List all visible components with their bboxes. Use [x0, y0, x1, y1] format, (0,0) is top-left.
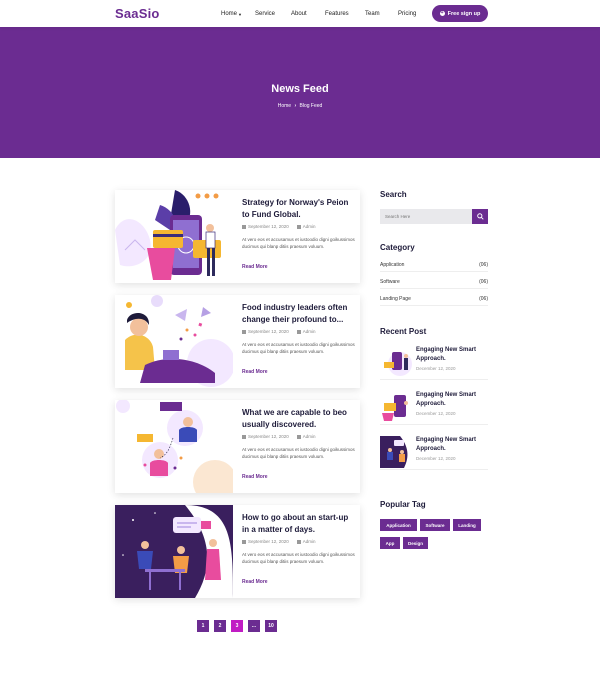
category-name: Application — [380, 262, 405, 268]
blog-post-card: What we are capable to beo usually disco… — [115, 400, 360, 493]
popular-tag-heading: Popular Tag — [380, 500, 426, 509]
post-meta: September 12, 2020 Admin — [242, 224, 316, 229]
chevron-down-icon: ▼ — [238, 11, 242, 17]
post-thumbnail[interactable] — [115, 190, 233, 283]
post-thumbnail[interactable] — [115, 295, 233, 388]
recent-post-title: Engaging New Smart Approach. — [416, 437, 477, 452]
blog-post-card: Food industry leaders often change their… — [115, 295, 360, 388]
recent-post-item[interactable]: Engaging New Smart Approach. December 12… — [380, 436, 488, 470]
tag-software[interactable]: Software — [420, 519, 450, 531]
recent-post-item[interactable]: Engaging New Smart Approach. December 12… — [380, 391, 488, 425]
calendar-icon — [242, 539, 246, 544]
logo[interactable]: SaaSio — [115, 6, 160, 21]
recent-post-date: December 12, 2020 — [416, 366, 456, 371]
category-item[interactable]: Application (06) — [380, 262, 488, 272]
post-excerpt: At vero eos et accusamus et iustoodio di… — [242, 447, 355, 459]
pagination: 1 2 3 ... 10 — [197, 620, 282, 632]
breadcrumb-current: Blog Feed — [299, 103, 323, 109]
calendar-icon — [242, 329, 246, 334]
recent-post-heading: Recent Post — [380, 327, 427, 336]
plus-icon: + — [439, 10, 445, 16]
recent-post-title: Engaging New Smart Approach. — [416, 347, 477, 362]
nav-features[interactable]: Features — [325, 11, 349, 17]
chevron-right-icon: › — [294, 103, 297, 109]
page-button-2[interactable]: 2 — [214, 620, 226, 632]
category-item[interactable]: Landing Page (06) — [380, 296, 488, 306]
user-icon — [296, 434, 301, 439]
recent-post-thumbnail — [380, 436, 412, 468]
post-date: September 12, 2020 — [248, 329, 289, 334]
nav-home[interactable]: Home ▼ — [221, 11, 242, 17]
post-excerpt: At vero eos et accusamus et iustoodio di… — [242, 237, 355, 249]
nav-team[interactable]: Team — [365, 11, 380, 17]
tag-application[interactable]: Application — [380, 519, 417, 531]
recent-post-thumbnail — [380, 346, 412, 378]
recent-post-item[interactable]: Engaging New Smart Approach. December 12… — [380, 346, 488, 380]
post-title[interactable]: Food industry leaders often change their… — [242, 302, 355, 326]
recent-post-title: Engaging New Smart Approach. — [416, 392, 477, 407]
tag-design[interactable]: Design — [403, 537, 428, 549]
recent-post-thumbnail — [380, 391, 412, 423]
post-title[interactable]: What we are capable to beo usually disco… — [242, 407, 355, 431]
post-thumbnail[interactable] — [115, 400, 233, 493]
post-author[interactable]: Admin — [303, 434, 316, 439]
category-count: (06) — [479, 279, 488, 285]
breadcrumb: Home › Blog Feed — [0, 103, 600, 109]
post-thumbnail[interactable] — [115, 505, 233, 598]
category-name: Landing Page — [380, 296, 411, 302]
post-date: September 12, 2020 — [248, 539, 289, 544]
breadcrumb-home[interactable]: Home — [278, 103, 291, 109]
tag-landing[interactable]: Landing — [453, 519, 481, 531]
post-author[interactable]: Admin — [303, 539, 316, 544]
category-count: (06) — [479, 262, 488, 268]
read-more-link[interactable]: Read More — [242, 369, 268, 375]
page-button-3[interactable]: 3 — [231, 620, 243, 632]
post-meta: September 12, 2020 Admin — [242, 539, 316, 544]
recent-post-date: December 12, 2020 — [416, 456, 456, 461]
post-title[interactable]: Strategy for Norway's Peion to Fund Glob… — [242, 197, 355, 221]
recent-post-date: December 12, 2020 — [416, 411, 456, 416]
page-button-1[interactable]: 1 — [197, 620, 209, 632]
post-author[interactable]: Admin — [303, 224, 316, 229]
page-button-10[interactable]: 10 — [265, 620, 277, 632]
post-author[interactable]: Admin — [303, 329, 316, 334]
read-more-link[interactable]: Read More — [242, 579, 268, 585]
post-excerpt: At vero eos et accusamus et iustoodio di… — [242, 342, 355, 354]
calendar-icon — [242, 434, 246, 439]
post-date: September 12, 2020 — [248, 224, 289, 229]
post-meta: September 12, 2020 Admin — [242, 434, 316, 439]
page-title: News Feed — [271, 83, 329, 95]
nav-about[interactable]: About — [291, 11, 307, 17]
page-banner: News Feed Home › Blog Feed — [0, 27, 600, 158]
category-heading: Category — [380, 243, 415, 252]
page-button-ellipsis[interactable]: ... — [248, 620, 260, 632]
search-input[interactable] — [380, 209, 472, 224]
post-date: September 12, 2020 — [248, 434, 289, 439]
post-meta: September 12, 2020 Admin — [242, 329, 316, 334]
read-more-link[interactable]: Read More — [242, 264, 268, 270]
nav-service[interactable]: Service — [255, 11, 275, 17]
user-icon — [296, 539, 301, 544]
post-title[interactable]: How to go about an start-up in a matter … — [242, 512, 355, 536]
category-name: Software — [380, 279, 400, 285]
signup-label: Free sign up — [447, 10, 481, 17]
site-header: SaaSio Home ▼ Service About Features Team… — [0, 0, 600, 27]
user-icon — [296, 329, 301, 334]
nav-pricing[interactable]: Pricing — [398, 11, 416, 17]
blog-post-card: How to go about an start-up in a matter … — [115, 505, 360, 598]
read-more-link[interactable]: Read More — [242, 474, 268, 480]
search-button[interactable] — [472, 209, 488, 224]
search-box — [380, 209, 488, 224]
category-count: (06) — [479, 296, 488, 302]
user-icon — [296, 224, 301, 229]
blog-post-card: Strategy for Norway's Peion to Fund Glob… — [115, 190, 360, 283]
tag-app[interactable]: App — [380, 537, 400, 549]
search-icon — [476, 213, 484, 220]
nav-home-label: Home — [221, 11, 238, 17]
calendar-icon — [242, 224, 246, 229]
search-heading: Search — [380, 190, 407, 199]
post-excerpt: At vero eos et accusamus et iustoodio di… — [242, 552, 355, 564]
category-item[interactable]: Software (06) — [380, 279, 488, 289]
free-signup-button[interactable]: + Free sign up — [432, 5, 488, 22]
